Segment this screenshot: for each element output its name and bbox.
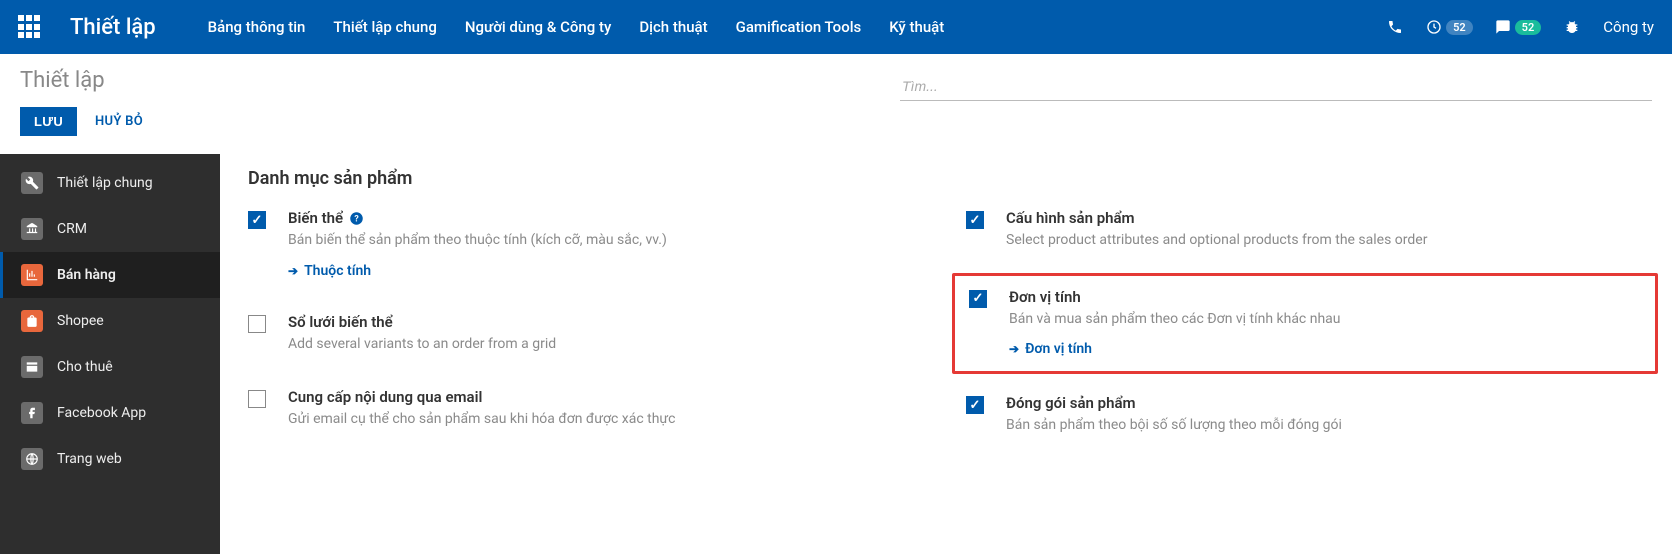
nav-item-gamification[interactable]: Gamification Tools: [736, 18, 862, 36]
sidebar-item-label: Bán hàng: [57, 267, 116, 283]
sidebar-item-facebook[interactable]: Facebook App: [0, 390, 220, 436]
sidebar-item-label: Facebook App: [57, 405, 146, 421]
section-title: Danh mục sản phẩm: [248, 154, 1644, 209]
apps-grid-icon[interactable]: [18, 15, 42, 39]
setting-desc: Bán và mua sản phẩm theo các Đơn vị tính…: [1009, 310, 1641, 330]
setting-desc: Bán biến thể sản phẩm theo thuộc tính (k…: [288, 231, 926, 251]
company-button[interactable]: Công ty: [1603, 18, 1654, 36]
sidebar-item-label: Trang web: [57, 451, 122, 467]
top-navbar: Thiết lập Bảng thông tin Thiết lập chung…: [0, 0, 1672, 54]
sidebar-item-label: Cho thuê: [57, 359, 113, 375]
sidebar-item-sales[interactable]: Bán hàng: [0, 252, 220, 298]
help-icon[interactable]: ?: [349, 211, 364, 226]
checkbox-product-config[interactable]: [966, 211, 984, 229]
arrow-right-icon: ➔: [288, 264, 298, 278]
breadcrumb: Thiết lập: [20, 68, 900, 93]
settings-col-right: Cấu hình sản phẩm Select product attribu…: [966, 209, 1644, 436]
setting-variant-grid: Sổ lưới biến thể Add several variants to…: [248, 313, 926, 355]
setting-desc: Add several variants to an order from a …: [288, 335, 926, 355]
clock-badge-count: 52: [1446, 20, 1473, 35]
sidebar-item-website[interactable]: Trang web: [0, 436, 220, 482]
setting-link-uom[interactable]: ➔ Đơn vị tính: [1009, 341, 1092, 357]
checkbox-variants[interactable]: [248, 211, 266, 229]
setting-desc: Select product attributes and optional p…: [1006, 231, 1644, 251]
setting-title-label: Sổ lưới biến thể: [288, 313, 393, 331]
setting-uom: Đơn vị tính Bán và mua sản phẩm theo các…: [969, 288, 1641, 358]
globe-icon: [21, 448, 43, 470]
nav-right: 52 52 Công ty: [1386, 18, 1654, 36]
setting-title-label: Cung cấp nội dung qua email: [288, 388, 482, 406]
sidebar-item-crm[interactable]: CRM: [0, 206, 220, 252]
nav-item-translations[interactable]: Dịch thuật: [639, 18, 707, 36]
checkbox-variant-grid[interactable]: [248, 315, 266, 333]
sidebar-item-shopee[interactable]: Shopee: [0, 298, 220, 344]
sidebar-item-label: Shopee: [57, 313, 104, 329]
sidebar-item-label: Thiết lập chung: [57, 175, 153, 191]
subheader: Thiết lập LƯU HUỶ BỎ: [0, 54, 1672, 136]
bag-icon: [21, 310, 43, 332]
chat-badge-count: 52: [1515, 20, 1542, 35]
discard-button[interactable]: HUỶ BỎ: [95, 114, 143, 129]
facebook-icon: [21, 402, 43, 424]
nav-item-users-companies[interactable]: Người dùng & Công ty: [465, 18, 611, 36]
setting-title-label: Đóng gói sản phẩm: [1006, 394, 1136, 412]
setting-desc: Gửi email cụ thể cho sản phẩm sau khi hó…: [288, 410, 926, 430]
brand-title[interactable]: Thiết lập: [70, 15, 156, 40]
nav-item-dashboard[interactable]: Bảng thông tin: [208, 18, 306, 36]
bug-icon[interactable]: [1563, 18, 1581, 36]
settings-content: Danh mục sản phẩm Biến thể ? Bán biến th…: [220, 154, 1672, 554]
chat-badge[interactable]: 52: [1495, 19, 1542, 35]
main-layout: Thiết lập chung CRM Bán hàng Shopee Cho …: [0, 154, 1672, 554]
nav-menu: Bảng thông tin Thiết lập chung Người dùn…: [208, 18, 1386, 36]
setting-title-label: Đơn vị tính: [1009, 288, 1081, 306]
clock-badge[interactable]: 52: [1426, 19, 1473, 35]
settings-sidebar: Thiết lập chung CRM Bán hàng Shopee Cho …: [0, 154, 220, 554]
wrench-icon: [21, 172, 43, 194]
checkbox-packaging[interactable]: [966, 396, 984, 414]
arrow-right-icon: ➔: [1009, 342, 1019, 356]
browser-icon: [21, 356, 43, 378]
setting-link-attributes[interactable]: ➔ Thuộc tính: [288, 263, 371, 279]
setting-packaging: Đóng gói sản phẩm Bán sản phẩm theo bội …: [966, 394, 1644, 436]
setting-desc: Bán sản phẩm theo bội số số lượng theo m…: [1006, 416, 1644, 436]
nav-item-general-settings[interactable]: Thiết lập chung: [333, 18, 436, 36]
setting-title-label: Cấu hình sản phẩm: [1006, 209, 1135, 227]
svg-text:?: ?: [354, 214, 359, 224]
setting-email-content: Cung cấp nội dung qua email Gửi email cụ…: [248, 388, 926, 430]
setting-product-config: Cấu hình sản phẩm Select product attribu…: [966, 209, 1644, 251]
highlight-uom: Đơn vị tính Bán và mua sản phẩm theo các…: [952, 273, 1658, 375]
settings-col-left: Biến thể ? Bán biến thể sản phẩm theo th…: [248, 209, 926, 436]
checkbox-email-content[interactable]: [248, 390, 266, 408]
handshake-icon: [21, 218, 43, 240]
nav-item-technical[interactable]: Kỹ thuật: [889, 18, 944, 36]
sidebar-item-label: CRM: [57, 221, 87, 237]
search-input[interactable]: [900, 72, 1652, 101]
chart-icon: [21, 264, 43, 286]
phone-icon[interactable]: [1386, 18, 1404, 36]
setting-title-label: Biến thể: [288, 209, 343, 227]
checkbox-uom[interactable]: [969, 290, 987, 308]
settings-grid: Biến thể ? Bán biến thể sản phẩm theo th…: [248, 209, 1644, 436]
sidebar-item-rental[interactable]: Cho thuê: [0, 344, 220, 390]
save-button[interactable]: LƯU: [20, 107, 77, 136]
sidebar-item-general[interactable]: Thiết lập chung: [0, 160, 220, 206]
setting-variants: Biến thể ? Bán biến thể sản phẩm theo th…: [248, 209, 926, 279]
